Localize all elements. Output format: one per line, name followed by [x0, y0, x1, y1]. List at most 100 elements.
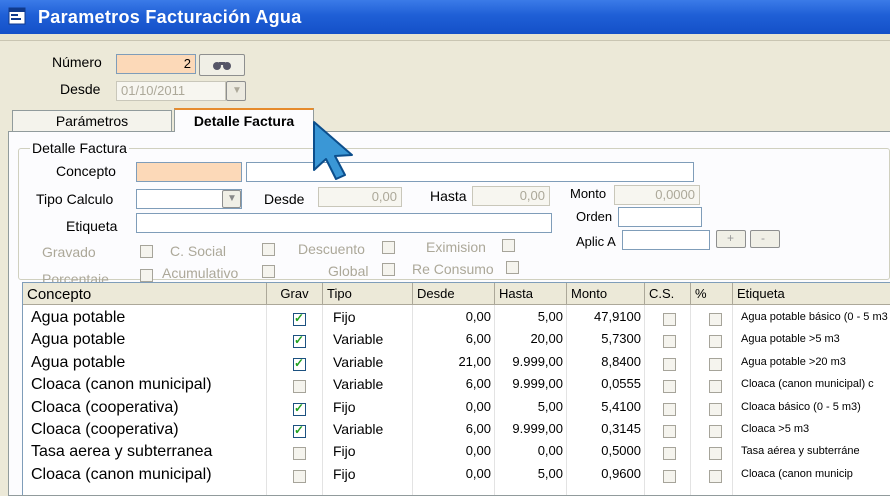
porcentaje-checkbox[interactable] — [709, 335, 722, 349]
window-title: Parametros Facturación Agua — [38, 7, 302, 27]
concepto-code-field[interactable] — [136, 162, 242, 182]
eximision-checkbox[interactable] — [502, 239, 515, 252]
grav-checkbox[interactable] — [293, 469, 306, 483]
grav-checkbox[interactable] — [293, 380, 306, 394]
grav-checkbox[interactable] — [293, 311, 306, 326]
aplic-button-2[interactable]: - — [750, 230, 780, 248]
cell-hasta: 9.999,00 — [512, 421, 563, 436]
descuento-checkbox[interactable] — [382, 241, 395, 254]
csocial-label: C. Social — [170, 243, 227, 259]
porcentaje-checkbox[interactable] — [140, 269, 153, 282]
col-header-etiqueta[interactable]: Etiqueta — [733, 283, 890, 305]
cell-tipo: Variable — [333, 376, 384, 393]
porcentaje-checkbox[interactable] — [709, 447, 722, 461]
cell-monto: 0,9600 — [601, 465, 641, 481]
cs-checkbox[interactable] — [663, 357, 676, 371]
cs-checkbox[interactable] — [663, 335, 676, 349]
cs-checkbox[interactable] — [663, 469, 676, 483]
reconsumo-checkbox[interactable] — [506, 261, 519, 274]
numero-field[interactable]: 2 — [116, 54, 196, 74]
chevron-down-icon: ▼ — [232, 85, 242, 96]
tipo-calculo-dropdown-button[interactable]: ▼ — [222, 190, 241, 208]
cs-checkbox[interactable] — [663, 402, 676, 416]
cell-concepto: Agua potable — [31, 331, 126, 349]
cell-monto: 0,3145 — [601, 421, 641, 436]
grav-checkbox[interactable] — [293, 356, 306, 371]
cell-tipo: Variable — [333, 421, 384, 437]
col-header-concepto[interactable]: Concepto — [23, 283, 267, 305]
search-button[interactable] — [199, 54, 245, 76]
cell-desde: 0,00 — [465, 465, 491, 481]
cell-hasta: 9.999,00 — [512, 353, 563, 369]
grav-checkbox[interactable] — [293, 423, 306, 438]
desde-label: Desde — [60, 81, 101, 97]
grav-checkbox[interactable] — [293, 401, 306, 416]
porcentaje-checkbox[interactable] — [709, 425, 722, 438]
grav-checkbox[interactable] — [293, 447, 306, 461]
grav-checkbox[interactable] — [293, 333, 306, 349]
etiqueta-label: Etiqueta — [66, 218, 118, 234]
numero-label: Número — [52, 54, 102, 70]
cell-tipo: Fijo — [333, 309, 356, 325]
monto-field[interactable]: 0,0000 — [614, 185, 700, 205]
cell-tipo: Variable — [333, 353, 384, 370]
cell-desde: 0,00 — [465, 398, 491, 414]
hasta-field[interactable]: 0,00 — [472, 186, 550, 206]
col-header-porcentaje[interactable]: % — [691, 283, 733, 305]
date-dropdown-button: ▼ — [226, 81, 246, 101]
acumulativo-label: Acumulativo — [162, 265, 239, 281]
col-header-cs[interactable]: C.S. — [645, 283, 691, 305]
cell-desde: 0,00 — [465, 443, 491, 459]
cell-etiqueta: Cloaca (canon municipal) c — [741, 378, 874, 391]
cell-concepto: Tasa aerea y subterranea — [31, 443, 213, 461]
gravado-checkbox[interactable] — [140, 245, 153, 258]
aplic-button-1[interactable]: + — [716, 230, 746, 248]
title-bar: Parametros Facturación Agua — [0, 0, 890, 34]
csocial-checkbox[interactable] — [262, 243, 275, 256]
cell-concepto: Agua potable — [31, 309, 126, 326]
global-checkbox[interactable] — [382, 263, 395, 276]
col-header-monto[interactable]: Monto — [567, 283, 645, 305]
cell-monto: 8,8400 — [601, 353, 641, 369]
col-header-desde[interactable]: Desde — [413, 283, 495, 305]
hasta-label: Hasta — [430, 188, 467, 204]
tab-detalle-factura[interactable]: Detalle Factura — [174, 108, 314, 132]
desde-date-field: 01/10/2011 — [116, 81, 226, 101]
cell-tipo: Fijo — [333, 443, 356, 460]
acumulativo-checkbox[interactable] — [262, 265, 275, 278]
cell-monto: 5,7300 — [601, 331, 641, 347]
col-header-hasta[interactable]: Hasta — [495, 283, 567, 305]
cell-etiqueta: Cloaca básico (0 - 5 m3) — [741, 400, 861, 413]
orden-label: Orden — [576, 209, 613, 224]
cell-hasta: 20,00 — [530, 331, 563, 347]
mouse-cursor-icon — [313, 121, 353, 180]
aplic-field[interactable] — [622, 230, 710, 250]
cs-checkbox[interactable] — [663, 380, 676, 394]
cs-checkbox[interactable] — [663, 425, 676, 438]
cs-checkbox[interactable] — [663, 313, 676, 326]
cell-concepto: Cloaca (cooperativa) — [31, 398, 179, 416]
aplic-label: Aplic A — [576, 234, 616, 249]
binoculars-icon — [213, 62, 231, 70]
etiqueta-field[interactable] — [136, 213, 552, 233]
col-header-tipo[interactable]: Tipo — [323, 283, 413, 305]
reconsumo-label: Re Consumo — [412, 261, 494, 277]
cell-concepto: Cloaca (canon municipal) — [31, 376, 212, 394]
tab-parametros[interactable]: Parámetros — [12, 110, 172, 131]
cell-hasta: 5,00 — [537, 309, 563, 324]
porcentaje-checkbox[interactable] — [709, 469, 722, 483]
desde-range-field[interactable]: 0,00 — [318, 187, 402, 207]
detalle-grid[interactable]: Concepto Grav Tipo Desde Hasta Monto C.S… — [22, 282, 890, 495]
porcentaje-checkbox[interactable] — [709, 402, 722, 416]
porcentaje-checkbox[interactable] — [709, 357, 722, 371]
col-header-grav[interactable]: Grav — [267, 283, 323, 305]
orden-field[interactable] — [618, 207, 702, 227]
cell-hasta: 0,00 — [537, 443, 563, 459]
porcentaje-checkbox[interactable] — [709, 380, 722, 394]
eximision-label: Eximision — [426, 239, 486, 255]
cell-etiqueta: Tasa aérea y subterráne — [741, 445, 860, 458]
porcentaje-checkbox[interactable] — [709, 313, 722, 326]
cell-desde: 6,00 — [465, 331, 491, 347]
cell-etiqueta: Agua potable >20 m3 — [741, 355, 846, 368]
cs-checkbox[interactable] — [663, 447, 676, 461]
